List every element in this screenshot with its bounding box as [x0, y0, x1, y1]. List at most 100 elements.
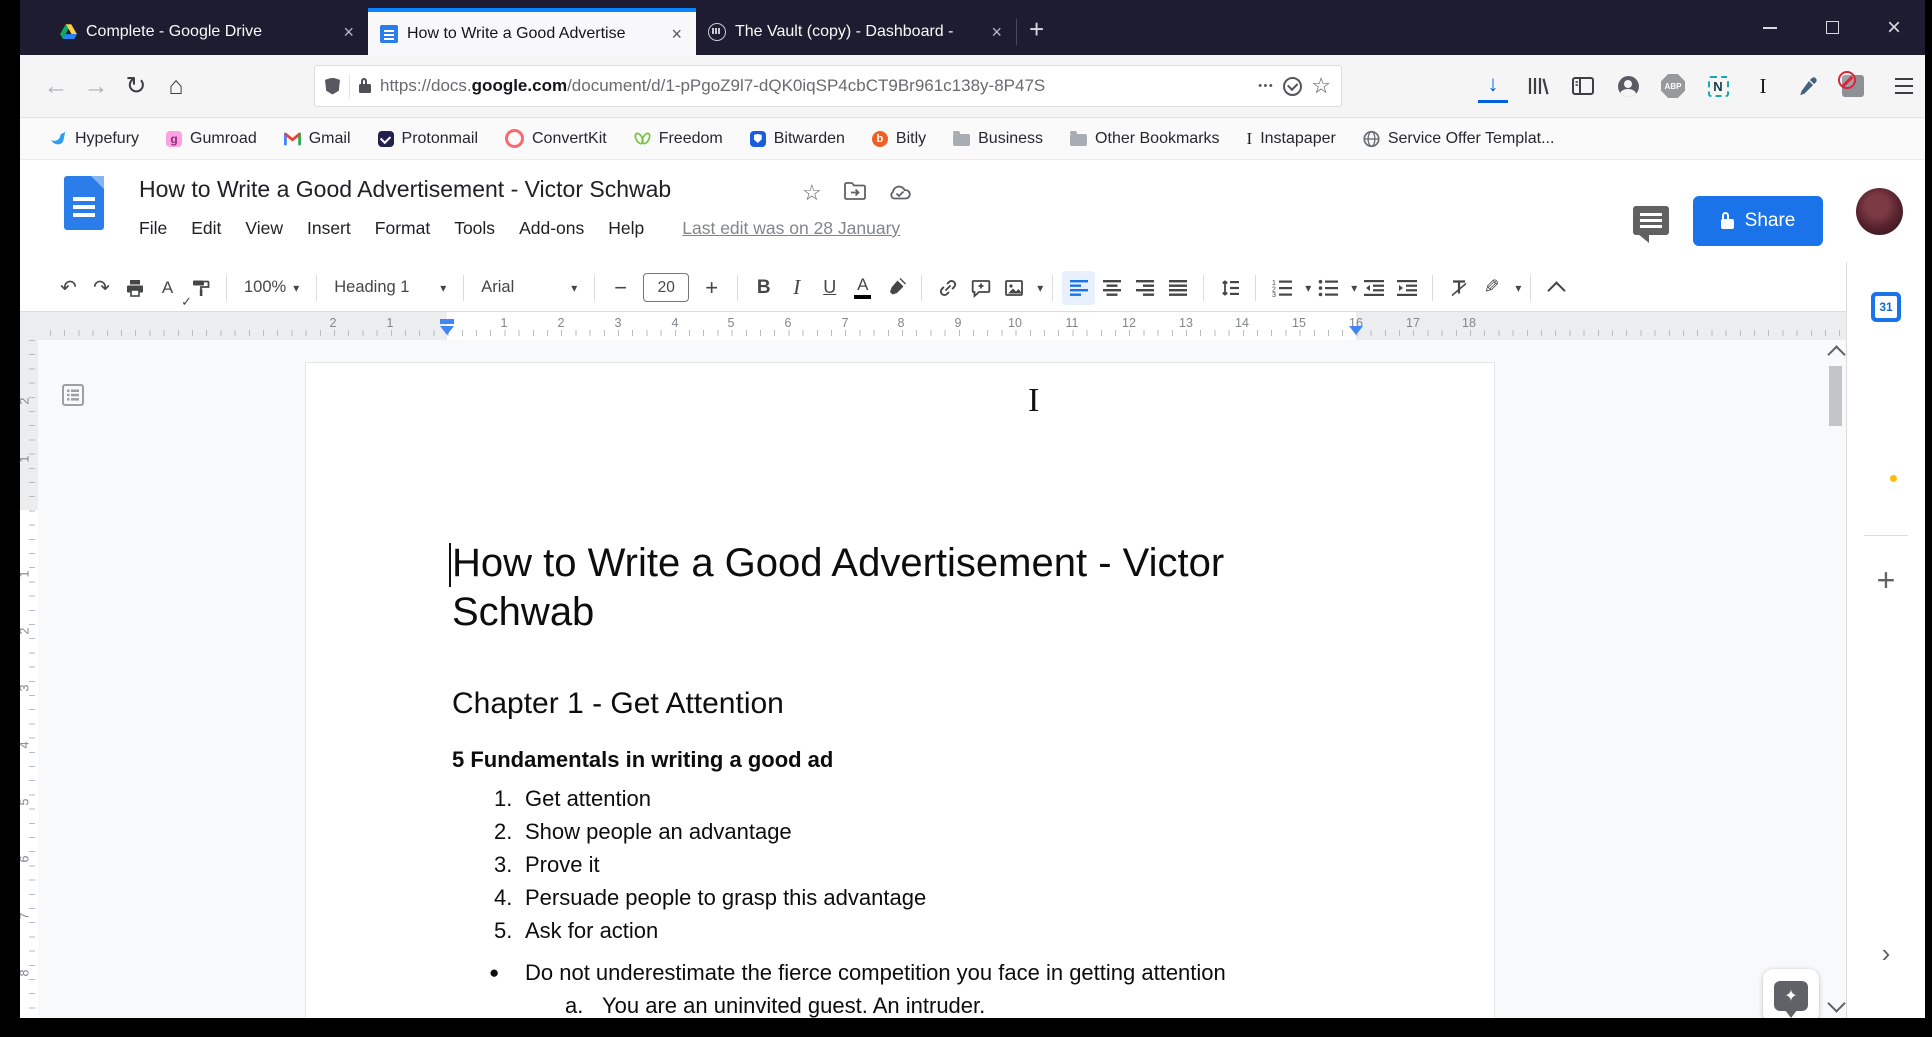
scroll-up-icon[interactable]	[1827, 345, 1846, 364]
list-item[interactable]: a. You are an uninvited guest. An intrud…	[452, 989, 1494, 1018]
align-left-button[interactable]	[1062, 270, 1096, 305]
bulleted-list-button[interactable]	[1311, 271, 1344, 305]
window-close-button[interactable]: ×	[1863, 0, 1925, 55]
collapse-toolbar-button[interactable]	[1540, 271, 1573, 305]
justify-button[interactable]	[1161, 271, 1194, 305]
align-center-button[interactable]	[1095, 271, 1128, 305]
list-item[interactable]: 3. Prove it	[452, 848, 1494, 881]
adblock-plus-icon[interactable]: ABP	[1658, 71, 1688, 101]
tab-google-drive[interactable]: Complete - Google Drive ×	[48, 8, 368, 55]
bold-button[interactable]: B	[747, 271, 780, 305]
https-lock-icon[interactable]	[359, 78, 371, 93]
tab-close-icon[interactable]: ×	[341, 23, 356, 41]
open-comments-icon[interactable]	[1633, 206, 1669, 243]
cloud-saved-icon[interactable]	[888, 182, 912, 205]
list-item[interactable]: ● Do not underestimate the fierce compet…	[452, 956, 1494, 989]
library-icon[interactable]	[1523, 71, 1553, 101]
share-button[interactable]: Share	[1693, 196, 1823, 246]
sidebars-icon[interactable]	[1568, 71, 1598, 101]
spellcheck-button[interactable]: A ✓	[151, 271, 192, 309]
bookmark-bitly[interactable]: b Bitly	[871, 130, 926, 148]
doc-subheading[interactable]: 5 Fundamentals in writing a good ad	[452, 747, 1494, 773]
bookmark-instapaper[interactable]: I Instapaper	[1247, 129, 1336, 149]
increase-font-size-button[interactable]: +	[695, 271, 728, 305]
user-avatar[interactable]	[1856, 188, 1903, 235]
tab-close-icon[interactable]: ×	[989, 23, 1004, 41]
vertical-ruler[interactable]: 2 1 1 2 3 4 5 6 7 8	[20, 340, 38, 1018]
menu-tools[interactable]: Tools	[454, 218, 495, 239]
chevron-down-icon[interactable]: ▾	[1515, 281, 1521, 295]
get-addons-button[interactable]: +	[1877, 562, 1896, 599]
account-icon[interactable]	[1613, 71, 1643, 101]
document-page[interactable]: How to Write a Good Advertisement - Vict…	[305, 362, 1495, 1018]
horizontal-ruler[interactable]: 2 1 1 2 3 4 5 6 7 8 9 10 11 12 13 14 15 16 17 18	[20, 312, 1847, 340]
menu-file[interactable]: File	[139, 218, 167, 239]
move-to-folder-icon[interactable]	[843, 181, 866, 205]
doc-chapter-heading[interactable]: Chapter 1 - Get Attention	[452, 687, 1494, 721]
explore-button[interactable]: ✦	[1763, 969, 1819, 1018]
bookmark-gumroad[interactable]: g Gumroad	[166, 130, 257, 148]
bookmark-gmail[interactable]: Gmail	[283, 130, 351, 148]
align-right-button[interactable]	[1128, 271, 1161, 305]
zoom-select[interactable]: 100% ▾	[236, 271, 307, 305]
tab-google-docs-active[interactable]: How to Write a Good Advertise ×	[368, 8, 696, 55]
window-minimize-button[interactable]	[1739, 0, 1801, 55]
bookmark-freedom[interactable]: Freedom	[634, 130, 723, 148]
add-comment-button[interactable]	[964, 271, 997, 305]
menu-help[interactable]: Help	[608, 218, 644, 239]
star-document-icon[interactable]: ☆	[802, 180, 822, 206]
numbered-list-button[interactable]: 123	[1265, 271, 1298, 305]
downloads-icon[interactable]: ↓	[1478, 69, 1508, 103]
home-button[interactable]: ⌂	[156, 66, 196, 106]
bookmark-service-offer[interactable]: Service Offer Templat...	[1363, 130, 1554, 148]
new-tab-button[interactable]: +	[1029, 14, 1044, 45]
pocket-icon[interactable]	[1283, 76, 1303, 96]
italic-button[interactable]: I	[780, 271, 813, 305]
tab-vault-dashboard[interactable]: The Vault (copy) - Dashboard - ×	[696, 8, 1016, 55]
paragraph-style-select[interactable]: Heading 1 ▾	[326, 271, 454, 305]
bookmark-convertkit[interactable]: ConvertKit	[505, 129, 607, 148]
scroll-down-icon[interactable]	[1827, 994, 1846, 1013]
font-size-input[interactable]: 20	[643, 273, 690, 302]
window-restore-button[interactable]	[1801, 0, 1863, 55]
list-item[interactable]: 5. Ask for action	[452, 914, 1494, 947]
document-title[interactable]: How to Write a Good Advertisement - Vict…	[139, 176, 671, 203]
insert-link-button[interactable]	[931, 271, 964, 305]
page-actions-icon[interactable]: •••	[1258, 80, 1274, 92]
clear-formatting-button[interactable]	[1442, 271, 1475, 305]
bookmark-folder-other[interactable]: Other Bookmarks	[1070, 130, 1220, 148]
hide-side-panel-icon[interactable]: ›	[1882, 938, 1891, 969]
reload-button[interactable]: ↻	[116, 66, 156, 106]
google-calendar-icon[interactable]: 31	[1871, 292, 1901, 322]
back-button[interactable]: ←	[36, 66, 76, 106]
increase-indent-button[interactable]	[1390, 271, 1423, 305]
bookmark-bitwarden[interactable]: Bitwarden	[749, 130, 845, 148]
last-edit-link[interactable]: Last edit was on 28 January	[682, 218, 900, 239]
instapaper-icon[interactable]: I	[1748, 71, 1778, 101]
left-indent-marker[interactable]	[440, 326, 454, 335]
print-button[interactable]	[118, 271, 151, 305]
menu-hamburger-icon[interactable]	[1883, 71, 1913, 101]
list-item[interactable]: 1. Get attention	[452, 782, 1494, 815]
show-document-outline-button[interactable]	[56, 378, 90, 412]
disabled-extension-icon[interactable]	[1838, 71, 1868, 101]
redo-button[interactable]: ↷	[85, 271, 118, 305]
bookmark-folder-business[interactable]: Business	[953, 130, 1043, 148]
insert-image-button[interactable]	[997, 271, 1030, 305]
eyedropper-icon[interactable]	[1793, 71, 1823, 101]
scrollbar-thumb[interactable]	[1829, 366, 1842, 426]
address-bar[interactable]: https://docs.google.com/document/d/1-pPg…	[314, 65, 1342, 107]
doc-heading[interactable]: How to Write a Good Advertisement - Vict…	[449, 539, 1272, 637]
underline-button[interactable]: U	[813, 271, 846, 305]
text-color-button[interactable]: A	[846, 271, 879, 305]
editing-mode-button[interactable]: ✎	[1475, 271, 1508, 305]
decrease-font-size-button[interactable]: −	[604, 271, 637, 305]
right-indent-marker[interactable]	[1349, 326, 1363, 335]
bookmark-star-icon[interactable]: ☆	[1311, 75, 1331, 97]
first-line-indent-marker[interactable]	[440, 319, 454, 324]
forward-button[interactable]: →	[76, 66, 116, 106]
menu-view[interactable]: View	[245, 218, 283, 239]
bookmark-hypefury[interactable]: Hypefury	[50, 130, 139, 148]
doc-bullet-list[interactable]: ● Do not underestimate the fierce compet…	[452, 956, 1494, 1018]
google-docs-logo-icon[interactable]	[64, 176, 104, 230]
